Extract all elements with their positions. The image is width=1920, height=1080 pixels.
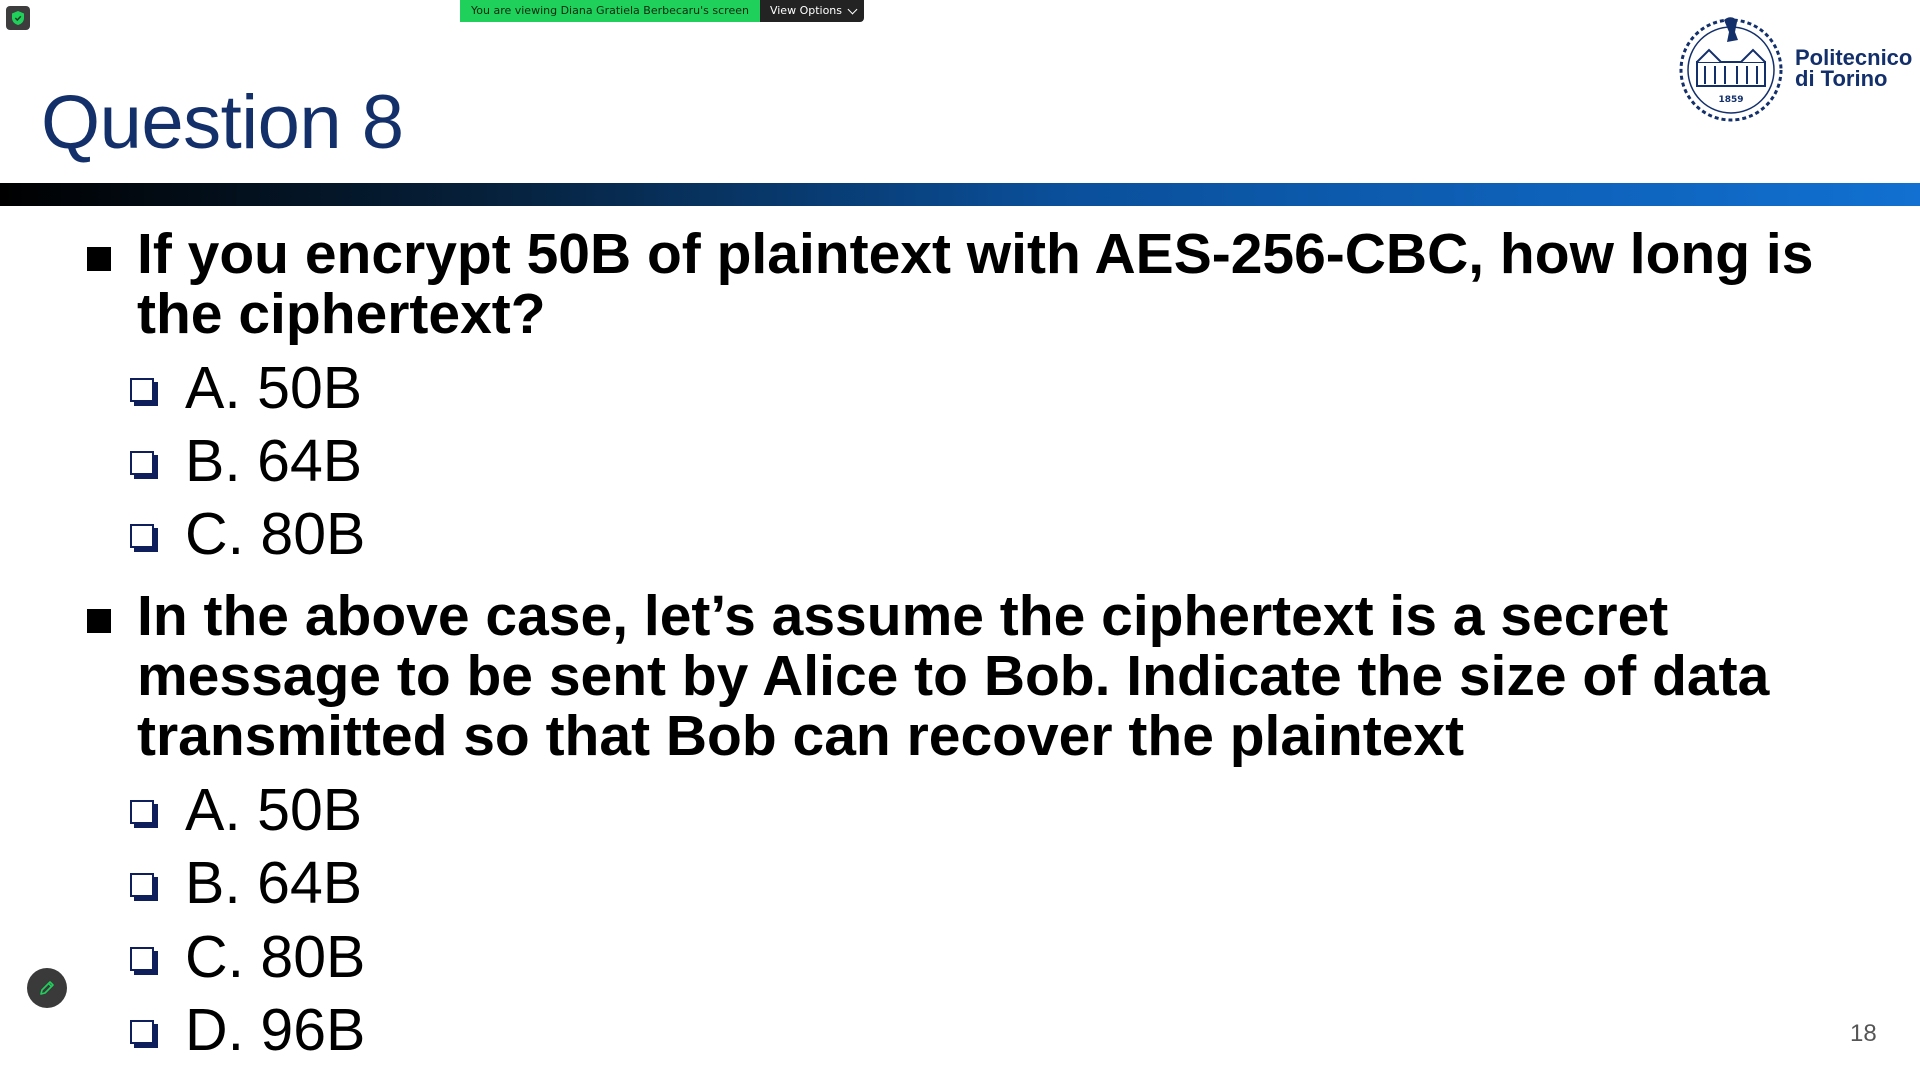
- logo-line-1: Politecnico: [1795, 45, 1913, 70]
- option-q1-b: B. 64B: [130, 426, 362, 496]
- checkbox-icon: [130, 378, 154, 402]
- option-label: C. 80B: [185, 501, 366, 567]
- annotate-button[interactable]: [27, 968, 67, 1008]
- slide-page-number: 18: [1850, 1020, 1877, 1047]
- option-q2-c: C. 80B: [130, 922, 365, 992]
- option-q2-b: B. 64B: [130, 848, 362, 918]
- option-label: C. 80B: [185, 924, 366, 990]
- question-2-text: In the above case, let’s assume the ciph…: [137, 584, 1770, 768]
- chevron-down-icon: [847, 4, 858, 14]
- option-q1-a: A. 50B: [130, 353, 362, 423]
- question-bullet: [87, 609, 111, 633]
- title-divider-bar: [0, 183, 1920, 206]
- option-label: B. 64B: [185, 428, 363, 494]
- screen-share-banner: You are viewing Diana Gratiela Berbecaru…: [460, 0, 865, 22]
- seal-icon: 1859: [1679, 17, 1783, 122]
- option-q2-a: A. 50B: [130, 775, 362, 845]
- shield-icon: [12, 11, 24, 25]
- checkbox-icon: [130, 451, 154, 475]
- question-1-text: If you encrypt 50B of plaintext with AES…: [137, 222, 1814, 346]
- svg-text:1859: 1859: [1718, 95, 1743, 105]
- checkbox-icon: [130, 524, 154, 548]
- slide-title: Question 8: [41, 80, 404, 165]
- university-logo: 1859 Politecnico di Torino: [1675, 14, 1912, 122]
- option-q2-d: D. 96B: [130, 995, 365, 1065]
- checkbox-icon: [130, 947, 154, 971]
- option-label: A. 50B: [185, 355, 363, 421]
- logo-text: Politecnico di Torino: [1795, 45, 1913, 91]
- view-options-label: View Options: [769, 4, 843, 17]
- checkbox-icon: [130, 873, 154, 897]
- option-label: A. 50B: [185, 777, 363, 843]
- checkbox-icon: [130, 800, 154, 824]
- option-label: D. 96B: [185, 997, 366, 1063]
- view-options-button[interactable]: View Options: [759, 0, 865, 22]
- option-q1-c: C. 80B: [130, 499, 365, 569]
- pencil-icon: [40, 981, 54, 995]
- option-label: B. 64B: [185, 850, 363, 916]
- checkbox-icon: [130, 1020, 154, 1044]
- share-status-text: You are viewing Diana Gratiela Berbecaru…: [460, 0, 760, 22]
- logo-line-2: di Torino: [1795, 66, 1888, 91]
- security-shield-button[interactable]: [6, 6, 30, 30]
- question-bullet: [87, 247, 111, 271]
